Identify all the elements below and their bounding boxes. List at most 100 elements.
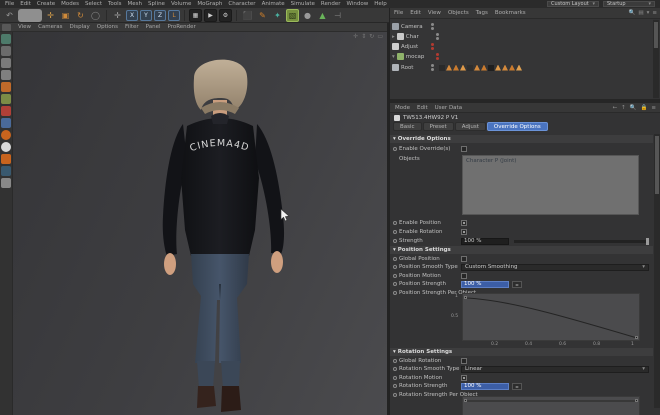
om-options-icon[interactable]: ≡ <box>652 10 657 16</box>
expression-tag-icon[interactable] <box>439 64 445 71</box>
undo-icon[interactable]: ↶ <box>3 9 16 22</box>
expand-toolbar-icon[interactable]: ⊣ <box>331 9 344 22</box>
rotation-motion-checkbox[interactable] <box>461 375 467 381</box>
viewport-solo-icon[interactable] <box>1 130 11 140</box>
menu-mesh[interactable]: Mesh <box>128 1 142 7</box>
lock-workplane-icon[interactable] <box>1 166 11 176</box>
curve-handle[interactable] <box>464 296 467 299</box>
om-menu-objects[interactable]: Objects <box>448 10 469 16</box>
section-position-settings[interactable]: ▾ Position Settings <box>390 246 653 254</box>
panel-grip-icon[interactable] <box>2 24 11 31</box>
workplane-mode-icon[interactable] <box>1 70 11 80</box>
menu-character[interactable]: Character <box>228 1 255 7</box>
object-row[interactable]: ▸ Char <box>392 32 439 41</box>
primitive-cube-icon[interactable]: ⬛ <box>241 9 254 22</box>
position-strength-stepper[interactable]: ◂▸ <box>512 280 522 288</box>
strength-slider[interactable] <box>514 237 649 245</box>
visibility-dots[interactable] <box>431 23 434 30</box>
snap-toggle-icon[interactable] <box>1 142 11 152</box>
pen-spline-icon[interactable]: ✎ <box>256 9 269 22</box>
global-axes-icon[interactable]: ✛ <box>111 9 124 22</box>
enable-position-checkbox[interactable] <box>461 220 467 226</box>
rotation-smooth-type-dropdown[interactable]: Linear ▾ <box>461 365 649 373</box>
objects-list-item[interactable]: Character P (Joint) <box>466 158 516 164</box>
object-name[interactable]: Char <box>406 34 432 40</box>
curve-handle[interactable] <box>635 336 638 339</box>
render-settings-button[interactable]: ⚙ <box>219 8 232 22</box>
model-mode-icon[interactable] <box>1 46 11 56</box>
keyframe-circle-icon[interactable] <box>393 147 397 151</box>
vp-menu-cameras[interactable]: Cameras <box>38 24 62 30</box>
lock-x-axis-button[interactable]: X <box>126 9 138 21</box>
section-collapse-icon[interactable]: ▾ <box>393 349 396 355</box>
interface-dropdown[interactable]: Custom Layout ▾ <box>547 1 599 7</box>
deformer-icon[interactable]: ▲ <box>316 9 329 22</box>
keyframe-circle-icon[interactable] <box>393 257 397 261</box>
magic-solo-icon[interactable]: ✦ <box>271 9 284 22</box>
mirror-icon[interactable] <box>1 178 11 188</box>
polygons-mode-icon[interactable] <box>1 106 11 116</box>
menu-select[interactable]: Select <box>85 1 102 7</box>
am-menu-mode[interactable]: Mode <box>395 105 410 111</box>
object-name[interactable]: mocap <box>406 54 432 60</box>
history-back-icon[interactable]: ← <box>612 105 617 111</box>
layout-dropdown[interactable]: Startup ▾ <box>603 1 655 7</box>
scale-tool-icon[interactable]: ▣ <box>59 9 72 22</box>
keyframe-circle-icon[interactable] <box>393 376 397 380</box>
enable-overrides-checkbox[interactable] <box>461 146 467 152</box>
keyframe-circle-icon[interactable] <box>393 359 397 363</box>
expression-tag-icon[interactable] <box>488 64 494 71</box>
keyframe-circle-icon[interactable] <box>393 265 397 269</box>
objects-listbox[interactable]: Character P (Joint) <box>462 155 639 215</box>
path-bar-icon[interactable]: ▾ <box>647 10 650 16</box>
pose-tag-icon[interactable] <box>446 64 452 71</box>
expand-arrow-icon[interactable]: ▸ <box>392 34 395 40</box>
menu-create[interactable]: Create <box>37 1 55 7</box>
menu-mograph[interactable]: MoGraph <box>197 1 222 7</box>
edges-mode-icon[interactable] <box>1 94 11 104</box>
object-name[interactable]: Root <box>401 65 427 71</box>
lock-icon[interactable]: 🔒 <box>641 105 648 111</box>
global-rotation-checkbox[interactable] <box>461 358 467 364</box>
keyframe-circle-icon[interactable] <box>393 291 397 295</box>
sphere-generator-icon[interactable]: ● <box>301 9 314 22</box>
strength-field[interactable]: 100 % <box>461 237 509 245</box>
vp-menu-panel[interactable]: Panel <box>146 24 161 30</box>
om-menu-tags[interactable]: Tags <box>476 10 488 16</box>
vp-menu-options[interactable]: Options <box>97 24 118 30</box>
section-rotation-settings[interactable]: ▾ Rotation Settings <box>390 348 653 356</box>
live-selection-tool-icon[interactable] <box>18 8 42 22</box>
enable-axis-icon[interactable] <box>1 118 11 128</box>
visibility-dots[interactable] <box>435 33 439 40</box>
render-picture-viewer-button[interactable]: ▶ <box>204 8 217 22</box>
rotation-strength-stepper[interactable]: ◂▸ <box>512 382 522 390</box>
tab-adjust[interactable]: Adjust <box>454 122 486 131</box>
visibility-dots[interactable] <box>431 43 434 50</box>
vp-menu-prorender[interactable]: ProRender <box>168 24 196 30</box>
search-icon[interactable]: 🔍 <box>629 10 636 16</box>
texture-mode-icon[interactable] <box>1 58 11 68</box>
viewport-canvas[interactable]: ✛ ⇕ ↻ ▭ CINEMA4D <box>13 32 387 415</box>
curve-handle[interactable] <box>635 399 638 402</box>
quantize-icon[interactable] <box>1 154 11 164</box>
render-view-button[interactable]: ▦ <box>189 8 202 22</box>
menu-simulate[interactable]: Simulate <box>291 1 315 7</box>
position-motion-checkbox[interactable] <box>461 273 467 279</box>
pose-tag-icon[interactable] <box>509 64 515 71</box>
menu-spline[interactable]: Spline <box>148 1 165 7</box>
make-editable-icon[interactable] <box>1 34 11 44</box>
menu-edit[interactable]: Edit <box>20 1 31 7</box>
pose-tag-icon[interactable] <box>474 64 480 71</box>
rotate-tool-icon[interactable]: ↻ <box>74 9 87 22</box>
tab-override-options[interactable]: Override Options <box>486 122 548 131</box>
expression-tag-icon[interactable] <box>467 64 473 71</box>
om-scrollbar[interactable] <box>653 20 659 98</box>
keyframe-circle-icon[interactable] <box>393 230 397 234</box>
move-tool-icon[interactable]: ✛ <box>44 9 57 22</box>
om-menu-bookmarks[interactable]: Bookmarks <box>495 10 526 16</box>
menu-file[interactable]: File <box>5 1 14 7</box>
position-smooth-type-dropdown[interactable]: Custom Smoothing ▾ <box>461 263 649 271</box>
last-tool-icon[interactable]: ◯ <box>89 9 102 22</box>
section-override-options[interactable]: ▾ Override Options <box>390 135 653 143</box>
am-scrollbar[interactable] <box>654 134 660 408</box>
